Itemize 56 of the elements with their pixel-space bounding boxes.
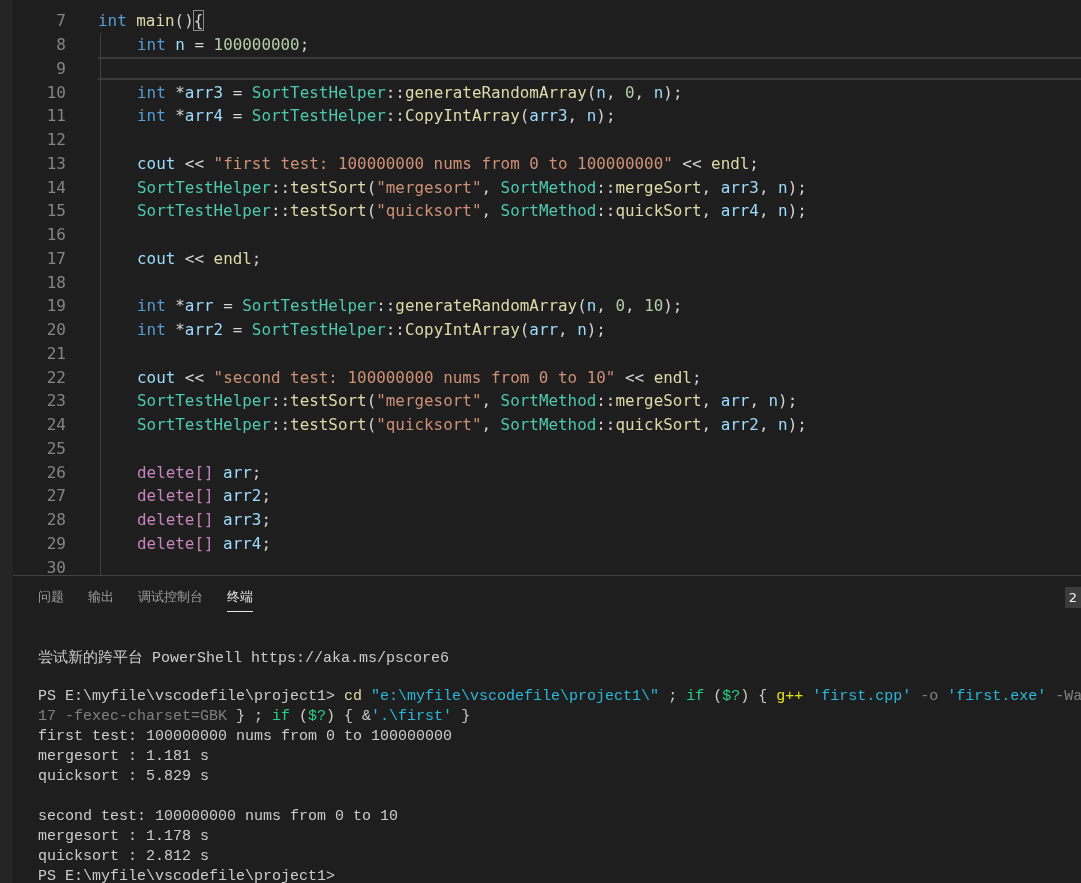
terminal-line: quicksort : 2.812 s xyxy=(38,848,210,867)
line-number: 15 xyxy=(45,201,66,221)
terminal-line: first test: 100000000 nums from 0 to 100000000 xyxy=(38,728,453,747)
code-line: int *arr2 = SortTestHelper::CopyIntArray(arr, n); xyxy=(137,320,606,340)
terminal-line: 尝试新的跨平台 PowerShell https://aka.ms/pscore6 xyxy=(38,648,450,668)
code-line: int *arr3 = SortTestHelper::generateRandomArray(n, 0, n); xyxy=(137,82,683,102)
terminal-line: second test: 100000000 nums from 0 to 10 xyxy=(38,808,399,827)
line-number: 23 xyxy=(45,391,66,411)
line-number: 22 xyxy=(45,367,66,387)
code-line: cout << "second test: 100000000 nums from 0 to 10" << endl; xyxy=(137,367,702,387)
line-number: 8 xyxy=(55,35,66,55)
line-number: 7 xyxy=(55,11,66,31)
line-number: 28 xyxy=(45,510,66,530)
code-line: cout << "first test: 100000000 nums from 0 to 100000000" << endl; xyxy=(137,153,759,173)
code-line: delete[] arr4; xyxy=(137,533,271,553)
line-number: 20 xyxy=(45,320,66,340)
line-number: 29 xyxy=(45,533,66,553)
line-number: 12 xyxy=(45,130,66,150)
line-number: 16 xyxy=(45,225,66,245)
terminal-line: quicksort : 5.829 s xyxy=(38,768,210,787)
line-number: 27 xyxy=(45,486,66,506)
code-line: delete[] arr2; xyxy=(137,486,271,506)
terminal-line: mergesort : 1.181 s xyxy=(38,748,210,767)
line-number: 18 xyxy=(45,272,66,292)
code-line: int *arr = SortTestHelper::generateRandomArray(n, 0, 10); xyxy=(137,296,683,316)
panel-tab[interactable]: 调试控制台 xyxy=(138,588,203,612)
line-number: 11 xyxy=(45,106,66,126)
panel-tab[interactable]: 终端 xyxy=(227,588,253,612)
code-line: delete[] arr; xyxy=(137,462,262,482)
code-line: SortTestHelper::testSort("mergesort", SortMethod::mergeSort, arr3, n); xyxy=(137,177,807,197)
line-number: 9 xyxy=(55,58,66,78)
line-number: 26 xyxy=(45,462,66,482)
terminal-line: PS E:\myfile\vscodefile\project1> cd "e:\myfile\vscodefile\project1\" ; if ($?) { g++ 'first.cpp' -o 'first.exe' -Wa xyxy=(38,688,1081,707)
code-line: int main(){ xyxy=(98,11,204,31)
line-number: 14 xyxy=(45,177,66,197)
line-number: 25 xyxy=(45,438,66,458)
line-number: 30 xyxy=(45,557,66,575)
terminal-line: PS E:\myfile\vscodefile\project1> xyxy=(38,868,336,883)
line-number: 10 xyxy=(45,82,66,102)
line-number: 17 xyxy=(45,248,66,268)
line-number: 24 xyxy=(45,415,66,435)
terminal-line: mergesort : 1.178 s xyxy=(38,828,210,847)
code-line: SortTestHelper::testSort("mergesort", SortMethod::mergeSort, arr, n); xyxy=(137,391,798,411)
terminal-line: 17 -fexec-charset=GBK } ; if ($?) { &'.\first' } xyxy=(38,708,471,727)
code-line: SortTestHelper::testSort("quicksort", SortMethod::quickSort, arr2, n); xyxy=(137,415,807,435)
panel-tab[interactable]: 输出 xyxy=(88,588,114,612)
code-line: delete[] arr3; xyxy=(137,510,271,530)
line-number: 19 xyxy=(45,296,66,316)
line-number: 21 xyxy=(45,343,66,363)
terminal-select[interactable]: 2 xyxy=(1064,587,1081,608)
line-number: 13 xyxy=(45,153,66,173)
code-line: SortTestHelper::testSort("quicksort", SortMethod::quickSort, arr4, n); xyxy=(137,201,807,221)
panel-tab[interactable]: 问题 xyxy=(38,588,64,612)
code-line: int n = 100000000; xyxy=(137,35,310,55)
code-line: int *arr4 = SortTestHelper::CopyIntArray(arr3, n); xyxy=(137,106,616,126)
code-line: cout << endl; xyxy=(137,248,262,268)
